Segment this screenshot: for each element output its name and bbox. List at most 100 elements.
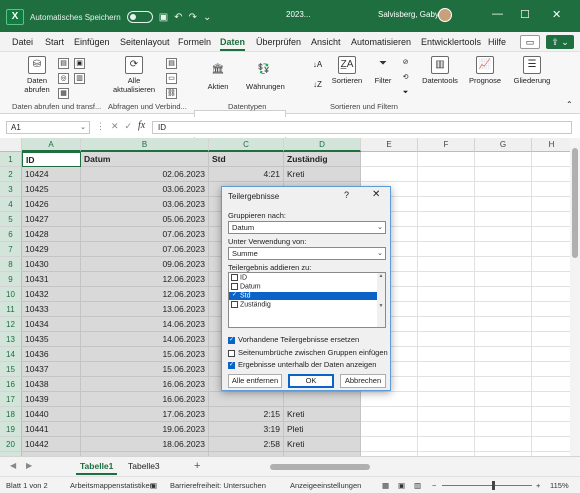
row-header[interactable]: 10 xyxy=(0,287,22,302)
row-header[interactable]: 8 xyxy=(0,257,22,272)
help-icon[interactable]: ? xyxy=(344,190,349,200)
cell[interactable] xyxy=(475,422,532,437)
cell[interactable] xyxy=(532,362,570,377)
list-item[interactable]: ✓ Std xyxy=(229,292,379,300)
cell[interactable] xyxy=(532,152,570,167)
column-header[interactable]: D xyxy=(284,138,361,152)
column-header[interactable]: E xyxy=(361,138,418,152)
cancel-button[interactable]: Abbrechen xyxy=(340,374,386,388)
checkbox[interactable] xyxy=(231,283,238,290)
cell[interactable]: 17.06.2023 xyxy=(81,407,209,422)
cell[interactable]: 10428 xyxy=(22,227,81,242)
cell[interactable]: 16.06.2023 xyxy=(81,392,209,407)
cell[interactable] xyxy=(532,257,570,272)
properties-icon[interactable]: ▭ xyxy=(166,73,177,84)
workbook-stats[interactable]: Arbeitsmappenstatistiken xyxy=(70,481,154,490)
cell[interactable] xyxy=(361,437,418,452)
cell[interactable] xyxy=(532,407,570,422)
cell[interactable]: 10435 xyxy=(22,332,81,347)
cell[interactable]: 10433 xyxy=(22,302,81,317)
cell[interactable]: 16.06.2023 xyxy=(81,377,209,392)
row-header[interactable]: 2 xyxy=(0,167,22,182)
cell[interactable] xyxy=(532,287,570,302)
cell[interactable] xyxy=(532,392,570,407)
cell[interactable]: 10424 xyxy=(22,167,81,182)
cell[interactable]: Kreti xyxy=(284,407,361,422)
cell[interactable] xyxy=(418,257,475,272)
cell[interactable]: 14.06.2023 xyxy=(81,332,209,347)
prev-sheet-icon[interactable]: ◀ xyxy=(10,461,16,470)
from-web-icon[interactable]: ◎ xyxy=(58,73,69,84)
sheet-tab-tabelle1[interactable]: Tabelle1 xyxy=(76,459,118,475)
cell[interactable] xyxy=(475,332,532,347)
cell[interactable]: 10429 xyxy=(22,242,81,257)
close-icon[interactable]: ✕ xyxy=(372,189,380,200)
cell[interactable]: 18.06.2023 xyxy=(81,437,209,452)
cell[interactable] xyxy=(532,167,570,182)
cell[interactable] xyxy=(475,272,532,287)
advanced-filter-icon[interactable]: ⏷ xyxy=(400,88,411,99)
remove-all-button[interactable]: Alle entfernen xyxy=(228,374,282,388)
cell[interactable] xyxy=(532,272,570,287)
comment-button[interactable]: ▭ xyxy=(520,35,540,49)
cell[interactable]: 10427 xyxy=(22,212,81,227)
cell[interactable] xyxy=(418,152,475,167)
cell[interactable] xyxy=(475,167,532,182)
add-sheet-icon[interactable]: + xyxy=(194,460,200,472)
cell[interactable]: 3:19 xyxy=(209,422,284,437)
menu-seitenlayout[interactable]: Seitenlayout xyxy=(120,37,170,47)
zoom-slider-thumb[interactable] xyxy=(492,481,495,490)
user-name[interactable]: Salvisberg, Gaby xyxy=(378,10,439,19)
from-table-icon[interactable]: ▦ xyxy=(58,88,69,99)
menu-hilfe[interactable]: Hilfe xyxy=(488,37,506,47)
cell[interactable] xyxy=(418,167,475,182)
get-data-button[interactable]: ⛁ Daten abrufen xyxy=(20,56,54,94)
cell[interactable]: 10425 xyxy=(22,182,81,197)
cell[interactable] xyxy=(418,347,475,362)
cell[interactable] xyxy=(475,362,532,377)
row-header[interactable]: 4 xyxy=(0,197,22,212)
menu-ueberpruefen[interactable]: Überprüfen xyxy=(256,37,301,47)
cell[interactable] xyxy=(418,317,475,332)
row-header[interactable]: 7 xyxy=(0,242,22,257)
cell[interactable]: Pleti xyxy=(284,422,361,437)
view-pagebreak-icon[interactable]: ▥ xyxy=(414,481,421,490)
function-select[interactable]: Summe ⌄ xyxy=(228,247,386,260)
cell[interactable] xyxy=(361,152,418,167)
cell[interactable] xyxy=(418,422,475,437)
menu-formeln[interactable]: Formeln xyxy=(178,37,211,47)
row-header[interactable]: 18 xyxy=(0,407,22,422)
cell[interactable] xyxy=(418,197,475,212)
redo-icon[interactable]: ↷ xyxy=(189,12,197,23)
cell[interactable] xyxy=(475,227,532,242)
next-sheet-icon[interactable]: ▶ xyxy=(26,461,32,470)
collapse-ribbon-icon[interactable]: ⌃ xyxy=(566,100,573,109)
hscroll-thumb[interactable] xyxy=(270,464,370,470)
cell[interactable] xyxy=(418,287,475,302)
forecast-button[interactable]: 📈 Prognose xyxy=(466,56,504,85)
outline-button[interactable]: ☰ Gliederung xyxy=(510,56,554,85)
cell[interactable] xyxy=(532,377,570,392)
formula-input[interactable]: ID xyxy=(152,121,572,134)
macro-icon[interactable]: ▣ xyxy=(150,481,157,490)
datatools-button[interactable]: ▥ Datentools xyxy=(420,56,460,85)
cell[interactable]: 15.06.2023 xyxy=(81,362,209,377)
cell[interactable] xyxy=(418,437,475,452)
option-replace[interactable]: ✓ Vorhandene Teilergebnisse ersetzen xyxy=(228,335,359,344)
cell[interactable] xyxy=(418,362,475,377)
option-pagebreak[interactable]: Seitenumbrüche zwischen Gruppen einfügen xyxy=(228,348,388,357)
cell[interactable]: Datum xyxy=(81,152,209,167)
cell[interactable]: ID xyxy=(22,152,81,167)
cell[interactable] xyxy=(532,317,570,332)
zoom-out-icon[interactable]: − xyxy=(432,481,436,490)
column-header[interactable]: G xyxy=(475,138,532,152)
cell[interactable] xyxy=(475,257,532,272)
cell[interactable] xyxy=(209,392,284,407)
checkbox[interactable] xyxy=(231,301,238,308)
cell[interactable]: Kreti xyxy=(284,437,361,452)
name-box[interactable]: A1 ⌄ xyxy=(6,121,90,134)
select-all-corner[interactable] xyxy=(0,138,22,152)
cell[interactable]: 10440 xyxy=(22,407,81,422)
cell[interactable]: 10434 xyxy=(22,317,81,332)
row-header[interactable]: 17 xyxy=(0,392,22,407)
